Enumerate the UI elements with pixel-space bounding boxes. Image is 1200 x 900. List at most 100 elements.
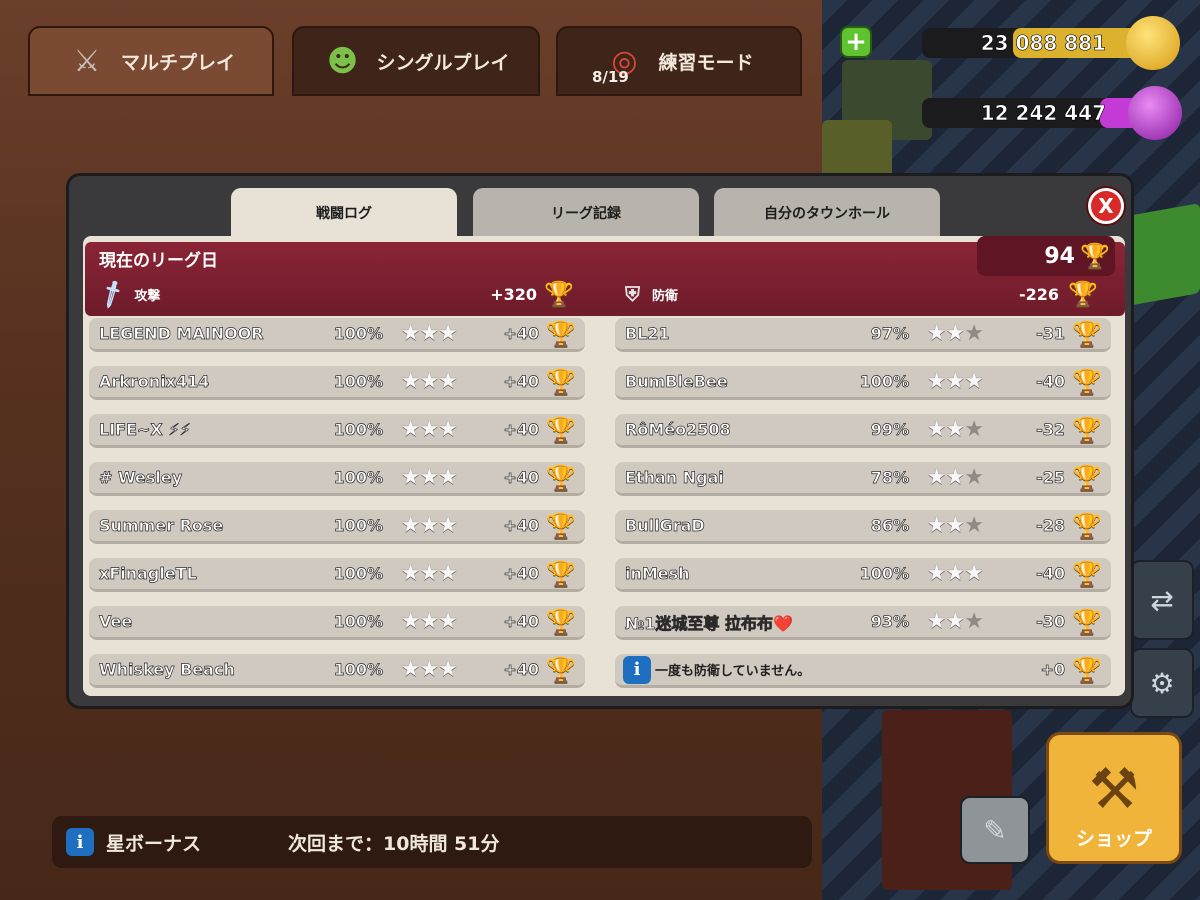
star-earned-icon: ★ [400, 656, 421, 682]
trophy-icon: 🏆 [546, 655, 576, 684]
star-rating: ★★★ [400, 320, 458, 346]
trophy-icon: 🏆 [1072, 319, 1102, 348]
battle-log-modal: 戦闘ログ リーグ記録 自分のタウンホール X 現在のリーグ日 94 🏆 🗡 攻撃… [66, 173, 1134, 709]
trophy-icon: 🏆 [1072, 511, 1102, 540]
star-bonus-bar: i 星ボーナス 次回まで：10時間 51分 [52, 816, 812, 868]
star-earned-icon: ★ [419, 416, 440, 442]
star-empty-icon: ★ [964, 608, 984, 634]
battle-log-row[interactable]: inMesh 100% ★★★ -40 🏆 [615, 558, 1111, 592]
star-earned-icon: ★ [438, 512, 458, 538]
star-empty-icon: ★ [964, 416, 984, 442]
star-earned-icon: ★ [400, 464, 421, 490]
battle-log-row[interactable]: LEGEND MAINOOR 100% ★★★ +40 🏆 [89, 318, 585, 352]
battle-log-row[interactable]: BullGraD 86% ★★★ -28 🏆 [615, 510, 1111, 544]
shop-button[interactable]: ⚒ ショップ [1046, 732, 1182, 864]
no-defense-note: 一度も防衛していません。 [655, 664, 811, 679]
player-name: BL21 [625, 324, 670, 344]
trophy-icon: 🏆 [546, 319, 576, 348]
player-name: Ethan Ngai [625, 468, 725, 488]
star-earned-icon: ★ [400, 512, 421, 538]
battle-log-row[interactable]: LIFE~X ⚡⚡ 100% ★★★ +40 🏆 [89, 414, 585, 448]
player-name: №1迷城至尊 拉布布❤️ [625, 613, 794, 633]
star-rating: ★★★ [926, 560, 984, 586]
star-rating: ★★★ [400, 464, 458, 490]
battle-log-row[interactable]: Summer Rose 100% ★★★ +40 🏆 [89, 510, 585, 544]
destruction-percent: 100% [333, 516, 383, 536]
star-earned-icon: ★ [945, 512, 966, 538]
star-earned-icon: ★ [926, 464, 947, 490]
tab-league-record[interactable]: リーグ記録 [473, 188, 699, 238]
star-earned-icon: ★ [964, 560, 984, 586]
star-earned-icon: ★ [438, 464, 458, 490]
row-trophies: +40 [503, 468, 539, 488]
battle-log-row[interactable]: BL21 97% ★★★ -31 🏆 [615, 318, 1111, 352]
battle-log-row[interactable]: Ethan Ngai 78% ★★★ -25 🏆 [615, 462, 1111, 496]
star-earned-icon: ★ [945, 464, 966, 490]
close-button[interactable]: X [1088, 188, 1124, 224]
star-earned-icon: ★ [419, 560, 440, 586]
tab-practice[interactable]: ◎ 練習モード 8/19 [556, 26, 802, 96]
player-name: inMesh [625, 564, 690, 584]
star-earned-icon: ★ [400, 320, 421, 346]
no-defense-row[interactable]: i 一度も防衛していません。 +0 🏆 [615, 654, 1111, 688]
trophy-icon: 🏆 [546, 559, 576, 588]
star-earned-icon: ★ [419, 320, 440, 346]
trophy-icon: 🏆 [1072, 607, 1102, 636]
star-rating: ★★★ [401, 368, 458, 394]
star-earned-icon: ★ [419, 368, 440, 394]
battle-log-row[interactable]: №1迷城至尊 拉布布❤️ 93% ★★★ -30 🏆 [615, 606, 1111, 640]
shop-label: ショップ [1075, 828, 1152, 850]
trophy-icon: 🏆 [1068, 280, 1098, 308]
star-rating: ★★★ [927, 416, 984, 442]
player-name: Arkronix414 [99, 372, 210, 392]
row-trophies: +40 [503, 324, 539, 344]
tab-my-townhall[interactable]: 自分のタウンホール [714, 188, 940, 238]
battle-log-row[interactable]: BumBleBee 100% ★★★ -40 🏆 [615, 366, 1111, 400]
star-bonus-label: 星ボーナス [106, 832, 202, 855]
trophy-icon: 🏆 [546, 607, 576, 636]
gold-coin-icon [1126, 16, 1180, 70]
notes-button[interactable]: ✎ [960, 796, 1030, 864]
add-builder-button[interactable]: + [840, 26, 872, 58]
battle-log-row[interactable]: Whiskey Beach 100% ★★★ +40 🏆 [89, 654, 585, 688]
info-icon[interactable]: i [66, 828, 94, 856]
trophy-icon: 🏆 [546, 367, 576, 396]
destruction-percent: 99% [870, 420, 909, 440]
edit-layout-button[interactable]: ⇄ [1130, 560, 1194, 640]
tab-multiplayer[interactable]: ⚔ マルチプレイ [28, 26, 274, 96]
battle-log-row[interactable]: RôMéo2508 99% ★★★ -32 🏆 [615, 414, 1111, 448]
destruction-percent: 78% [870, 468, 909, 488]
tab-battle-log[interactable]: 戦闘ログ [231, 188, 457, 238]
star-earned-icon: ★ [926, 368, 947, 394]
star-rating: ★★★ [400, 656, 458, 682]
star-earned-icon: ★ [926, 560, 947, 586]
destruction-percent: 100% [333, 468, 383, 488]
info-icon: i [623, 655, 651, 684]
star-earned-icon: ★ [438, 368, 458, 394]
star-earned-icon: ★ [945, 608, 966, 634]
elixir-counter: 12 242 447 [922, 98, 1162, 128]
battle-log-row[interactable]: xFinagleTL 100% ★★★ +40 🏆 [89, 558, 585, 592]
tab-singleplayer[interactable]: ☻ シングルプレイ [292, 26, 540, 96]
defense-summary: ⛨ 防衛 -226 🏆 [625, 280, 1099, 308]
row-trophies: +40 [503, 420, 539, 440]
row-trophies: -30 [1036, 612, 1066, 632]
practice-progress-count: 8/19 [592, 68, 629, 86]
battle-log-row[interactable]: Vee 100% ★★★ +40 🏆 [89, 606, 585, 640]
battle-log-row[interactable]: Arkronix414 100% ★★★ +40 🏆 [89, 366, 585, 400]
star-rating: ★★★ [927, 512, 984, 538]
row-trophies: -40 [1036, 372, 1066, 392]
elixir-drop-icon [1128, 86, 1182, 140]
settings-gear-button[interactable]: ⚙ [1130, 648, 1194, 718]
battle-log-row[interactable]: # Wesley 100% ★★★ +40 🏆 [89, 462, 585, 496]
trophy-icon: 🏆 [544, 280, 574, 308]
row-trophies: -31 [1036, 324, 1066, 344]
tab-league-record-label: リーグ記録 [551, 206, 621, 222]
tab-multiplayer-label: マルチプレイ [120, 51, 235, 74]
player-name: LEGEND MAINOOR [99, 324, 264, 344]
star-earned-icon: ★ [419, 512, 440, 538]
destruction-percent: 100% [333, 612, 383, 632]
destruction-percent: 97% [870, 324, 909, 344]
row-trophies: -28 [1036, 516, 1066, 536]
tab-singleplayer-label: シングルプレイ [376, 51, 510, 74]
